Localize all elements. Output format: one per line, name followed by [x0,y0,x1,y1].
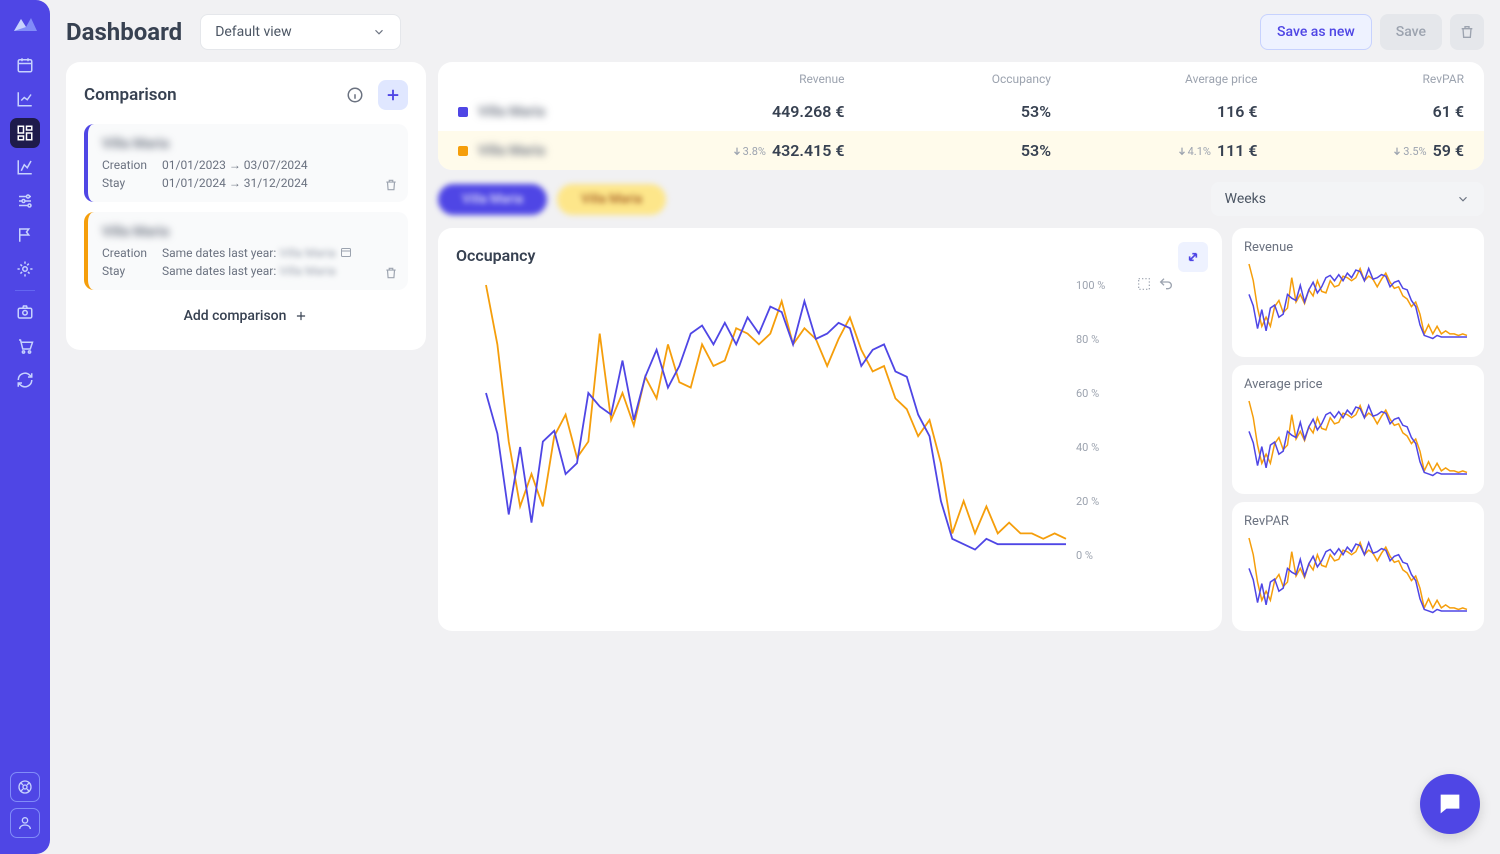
series-dot [458,146,468,156]
stats-table: Revenue Occupancy Average price RevPAR V… [438,62,1484,170]
svg-text:60 %: 60 % [1076,387,1099,400]
expand-icon[interactable] [1178,242,1208,272]
calendar-icon[interactable] [340,246,352,260]
col-occupancy: Occupancy [845,72,1052,86]
table-row: Villa Maria 449.268 € 53% 116 € 61 € [438,92,1484,131]
chart-line-icon[interactable] [10,84,40,114]
chat-icon [1436,790,1464,818]
col-avg-price: Average price [1051,72,1258,86]
occupancy-chart: Occupancy 0 % 20 % 40 % 60 % 80 % 100 % [438,228,1222,631]
gear-icon[interactable] [10,254,40,284]
add-icon[interactable] [378,80,408,110]
comparison-item[interactable]: Villa Maria CreationSame dates last year… [84,212,408,290]
comparison-panel: Comparison Villa Maria Creation01/01/202… [66,62,426,350]
chart-title: Occupancy [456,246,1204,265]
comparison-item[interactable]: Villa Maria Creation01/01/2023 → 03/07/2… [84,124,408,202]
arrow-down-icon: 4.1% [1177,145,1211,158]
flag-icon[interactable] [10,220,40,250]
view-label: Default view [215,24,291,40]
support-icon[interactable] [10,772,40,802]
header: Dashboard Default view Save as new Save [66,14,1484,50]
delete-button[interactable] [1450,14,1484,50]
svg-text:20 %: 20 % [1076,495,1099,508]
chevron-down-icon [372,25,386,39]
info-icon[interactable] [340,80,370,110]
granularity-dropdown[interactable]: Weeks [1211,182,1484,216]
logo-icon [10,8,40,38]
series-pills: Villa Maria Villa Maria Weeks [438,180,1484,218]
add-comparison-button[interactable]: Add comparison [84,300,408,332]
mini-chart-avg-price[interactable]: Average price [1232,365,1484,494]
mini-chart-revenue[interactable]: Revenue [1232,228,1484,357]
col-revenue: Revenue [638,72,845,86]
view-dropdown[interactable]: Default view [200,14,400,50]
page-title: Dashboard [66,18,182,46]
svg-text:0 %: 0 % [1076,549,1093,562]
series-pill[interactable]: Villa Maria [557,184,666,215]
plus-icon [294,309,308,323]
dashboard-icon[interactable] [10,118,40,148]
table-row: Villa Maria 3.8%432.415 € 53% 4.1%111 € … [438,131,1484,170]
select-icon[interactable] [1136,276,1152,292]
mini-chart-revpar[interactable]: RevPAR [1232,502,1484,631]
chat-fab[interactable] [1420,774,1480,834]
svg-text:40 %: 40 % [1076,441,1099,454]
trash-icon[interactable] [384,266,398,280]
svg-text:100 %: 100 % [1076,279,1105,292]
series-dot [458,107,468,117]
svg-text:80 %: 80 % [1076,333,1099,346]
comparison-title: Comparison [84,85,177,105]
save-button[interactable]: Save [1380,14,1442,50]
user-icon[interactable] [10,808,40,838]
calendar-icon[interactable] [10,50,40,80]
trash-icon[interactable] [384,178,398,192]
sliders-icon[interactable] [10,186,40,216]
sync-icon[interactable] [10,365,40,395]
col-revpar: RevPAR [1258,72,1465,86]
series-pill[interactable]: Villa Maria [438,184,547,215]
chevron-down-icon [1456,192,1470,206]
camera-icon[interactable] [10,297,40,327]
undo-icon[interactable] [1158,276,1174,292]
arrow-down-icon: 3.8% [732,145,766,158]
sidebar [0,0,50,854]
cart-icon[interactable] [10,331,40,361]
save-as-new-button[interactable]: Save as new [1260,14,1372,50]
chart-svg: 0 % 20 % 40 % 60 % 80 % 100 % [456,265,1136,575]
trend-icon[interactable] [10,152,40,182]
arrow-down-icon: 3.5% [1392,145,1426,158]
